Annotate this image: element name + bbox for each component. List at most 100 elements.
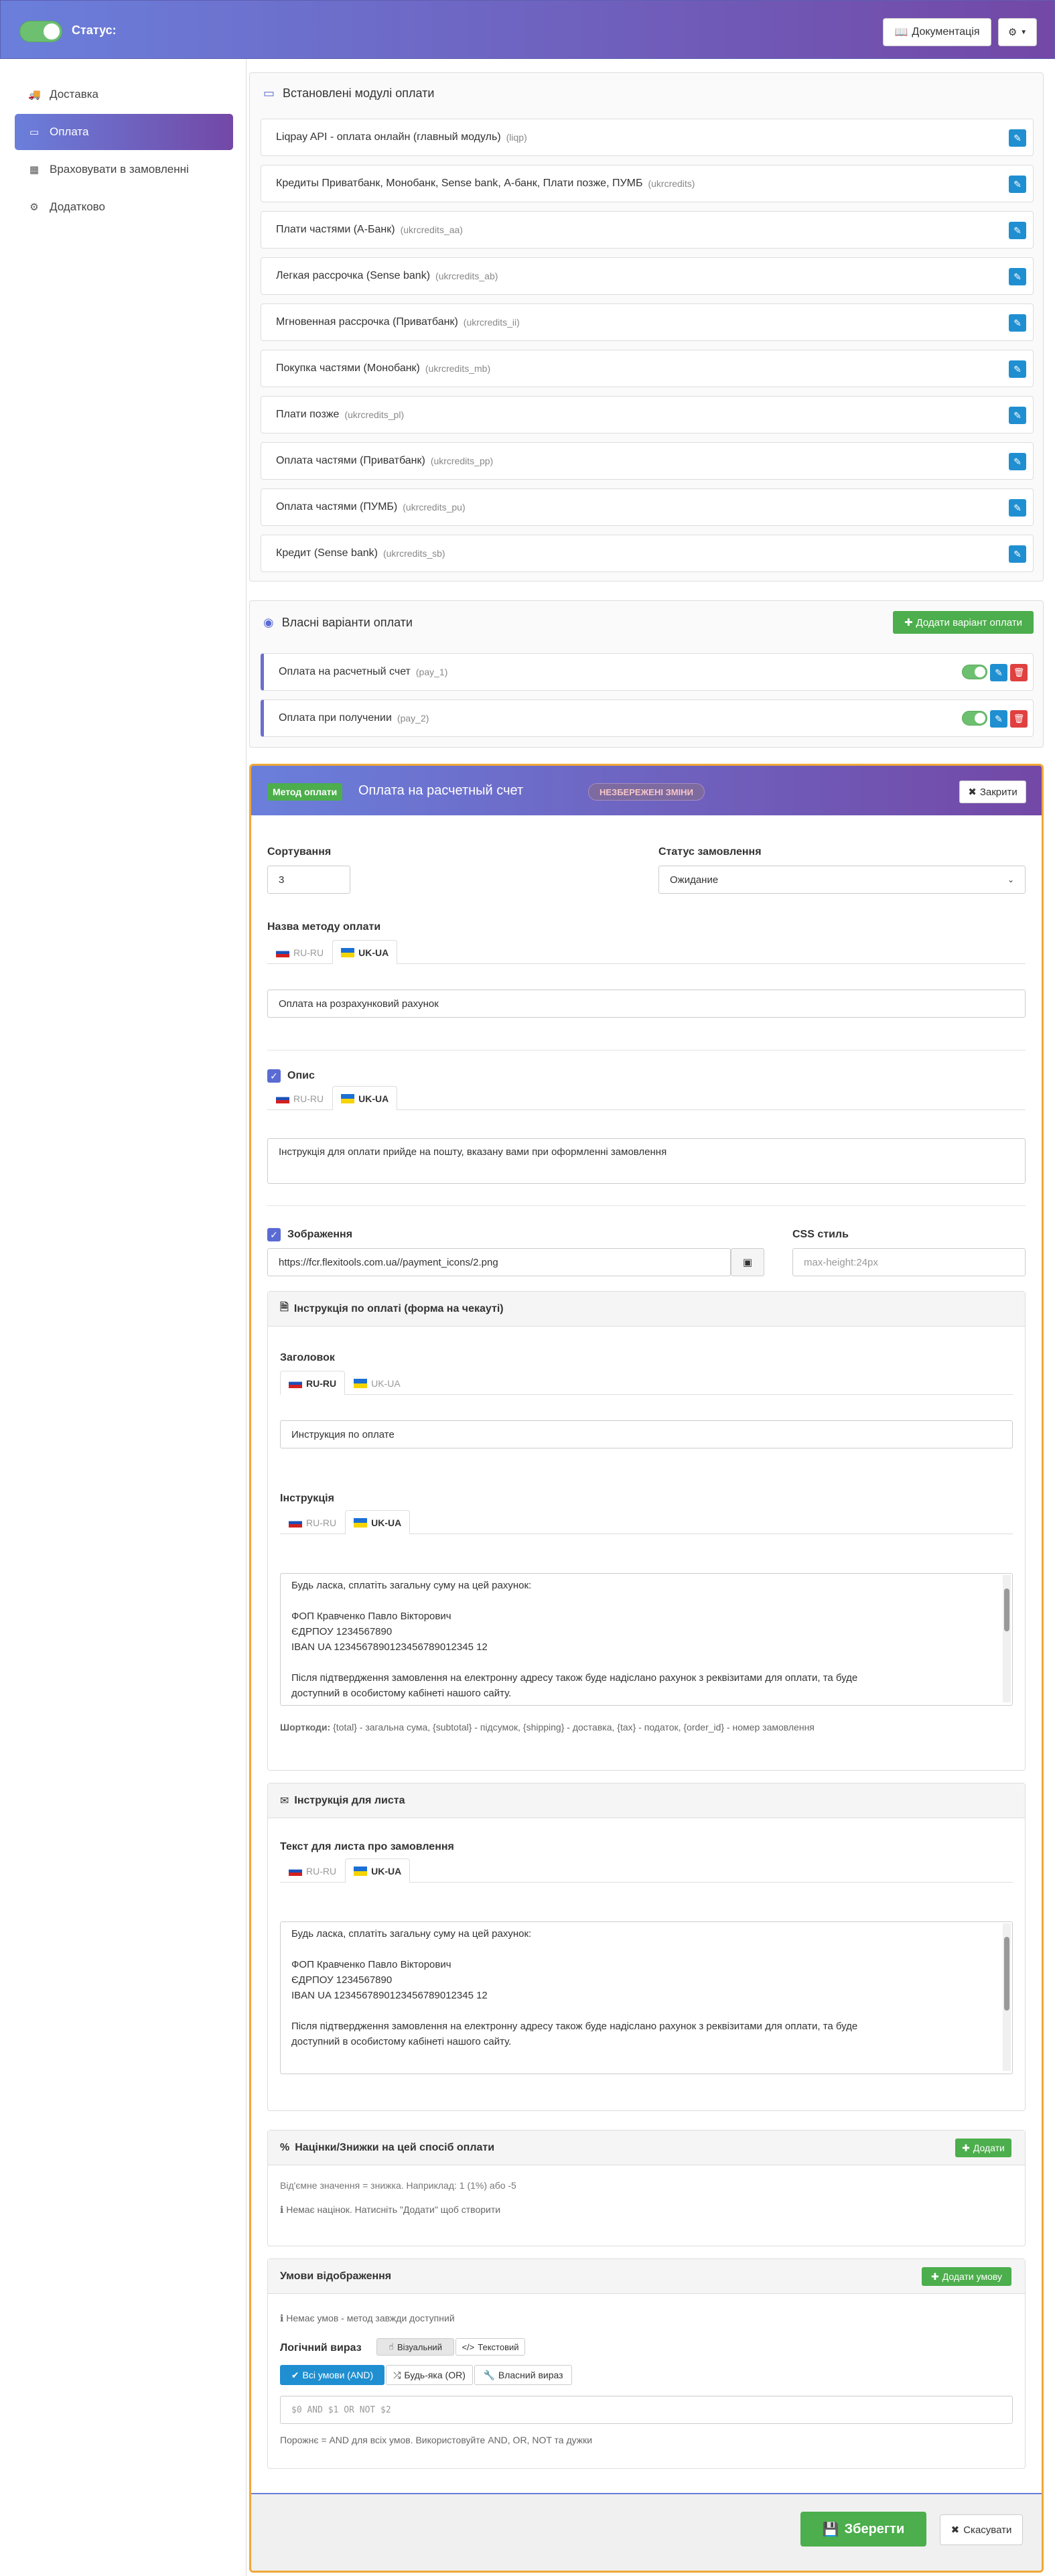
tab-ua[interactable]: UK-UA xyxy=(345,1510,411,1534)
unsaved-badge: НЕЗБЕРЕЖЕНІ ЗМІНИ xyxy=(588,783,705,801)
file-icon: 🗎 xyxy=(280,1302,289,1313)
sidebar: 🚚 Доставка ▭ Оплата ▦ Враховувати в замо… xyxy=(0,59,247,2576)
email-text-label: Текст для листа про замовлення xyxy=(280,1841,454,1852)
payment-method-editor: Метод оплати Оплата на расчетный счет НЕ… xyxy=(249,764,1044,2573)
tab-ua[interactable]: UK-UA xyxy=(332,940,398,964)
save-icon: 💾 xyxy=(822,2522,839,2537)
description-checkbox[interactable]: ✓ xyxy=(267,1069,281,1083)
sidebar-item-payment[interactable]: ▭ Оплата xyxy=(15,114,233,150)
edit-button[interactable]: ✎ xyxy=(1009,268,1026,285)
scrollbar[interactable] xyxy=(1003,1923,1011,2071)
cogs-icon: ⚙ xyxy=(29,202,39,213)
module-row: Оплата частями (ПУМБ) (ukrcredits_pu) ✎ xyxy=(261,488,1034,526)
all-conditions-button[interactable]: ✔ Всі умови (AND) xyxy=(280,2365,384,2385)
image-icon: ▣ xyxy=(742,1257,753,1268)
editor-footer: 💾 Зберегти ✖ Скасувати xyxy=(251,2493,1042,2571)
css-input[interactable]: max-height:24px xyxy=(792,1248,1026,1276)
sort-input[interactable]: 3 xyxy=(267,866,350,894)
name-input[interactable]: Оплата на розрахунковий рахунок xyxy=(267,990,1026,1018)
edit-button[interactable]: ✎ xyxy=(1009,314,1026,332)
edit-button[interactable]: ✎ xyxy=(1009,545,1026,563)
conditions-empty: ℹ Немає умов - метод завжди доступний xyxy=(280,2313,455,2323)
module-row: Легкая рассрочка (Sense bank) (ukrcredits… xyxy=(261,257,1034,295)
close-button[interactable]: ✖ Закрити xyxy=(959,781,1026,803)
description-textarea[interactable]: Інструкція для оплати прийде на пошту, в… xyxy=(267,1138,1026,1184)
edit-button[interactable]: ✎ xyxy=(1009,176,1026,193)
description-label: Опис xyxy=(287,1070,315,1081)
wrench-icon: 🔧 xyxy=(483,2369,495,2380)
edit-button[interactable]: ✎ xyxy=(990,710,1007,728)
module-row: Плати частями (А-Банк) (ukrcredits_aa) ✎ xyxy=(261,211,1034,249)
enable-toggle[interactable] xyxy=(962,665,987,679)
sidebar-item-order-totals[interactable]: ▦ Враховувати в замовленні xyxy=(15,151,233,188)
plus-icon: ✚ xyxy=(904,617,913,628)
tab-ua[interactable]: UK-UA xyxy=(345,1371,409,1395)
sidebar-item-extra[interactable]: ⚙ Додатково xyxy=(15,189,233,225)
delete-button[interactable]: 🗑 xyxy=(1010,664,1028,681)
module-row: Покупка частями (Монобанк) (ukrcredits_mb… xyxy=(261,350,1034,387)
custom-expression-button[interactable]: 🔧 Власний вираз xyxy=(474,2365,572,2385)
method-badge: Метод оплати xyxy=(267,783,343,801)
sidebar-item-delivery[interactable]: 🚚 Доставка xyxy=(15,76,233,113)
visual-mode-button[interactable]: ☝ Візуальний xyxy=(376,2338,454,2356)
expression-input[interactable]: $0 AND $1 OR NOT $2 xyxy=(280,2396,1013,2424)
editor-header: Метод оплати Оплата на расчетный счет НЕ… xyxy=(251,766,1042,815)
enable-toggle[interactable] xyxy=(962,711,987,726)
edit-button[interactable]: ✎ xyxy=(1009,407,1026,424)
edit-button[interactable]: ✎ xyxy=(1009,360,1026,378)
truck-icon: 🚚 xyxy=(28,89,41,100)
gear-icon: ⚙ xyxy=(1007,27,1017,38)
edit-button[interactable]: ✎ xyxy=(990,664,1007,681)
name-label: Назва методу оплати xyxy=(267,921,381,933)
status-toggle[interactable] xyxy=(19,21,62,42)
tab-ru[interactable]: RU-RU xyxy=(267,1086,332,1110)
flag-ru-icon xyxy=(289,1378,302,1388)
flag-ru-icon xyxy=(276,1093,289,1103)
add-payment-variant-button[interactable]: ✚ Додати варіант оплати xyxy=(893,611,1034,634)
chevron-down-icon: ⌄ xyxy=(1007,875,1014,884)
tab-ru[interactable]: RU-RU xyxy=(280,1371,346,1395)
edit-button[interactable]: ✎ xyxy=(1009,499,1026,517)
installed-modules-title: Встановлені модулі оплати xyxy=(283,86,435,100)
sort-label: Сортування xyxy=(267,846,332,858)
heading-input[interactable]: Инструкция по оплате xyxy=(280,1420,1013,1448)
card-icon: ▭ xyxy=(29,127,40,138)
order-status-select[interactable]: Ожидание ⌄ xyxy=(658,866,1026,894)
image-checkbox[interactable]: ✓ xyxy=(267,1228,281,1241)
top-bar: Статус: 📖 Документація ⚙ ▼ xyxy=(0,0,1055,59)
edit-button[interactable]: ✎ xyxy=(1009,222,1026,239)
order-status-label: Статус замовлення xyxy=(658,846,762,858)
desc-lang-tabs: RU-RU UK-UA xyxy=(267,1086,1026,1110)
save-button[interactable]: 💾 Зберегти xyxy=(800,2512,926,2547)
tab-ua[interactable]: UK-UA xyxy=(332,1086,398,1110)
add-condition-button[interactable]: ✚ Додати умову xyxy=(922,2267,1011,2286)
flag-ua-icon xyxy=(354,1517,368,1528)
text-mode-button[interactable]: </> Текстовий xyxy=(455,2338,525,2356)
edit-button[interactable]: ✎ xyxy=(1009,453,1026,470)
expression-hint: Порожнє = AND для всіх умов. Використову… xyxy=(280,2435,593,2445)
tab-ru[interactable]: RU-RU xyxy=(280,1858,345,1883)
image-picker-button[interactable]: ▣ xyxy=(731,1248,764,1276)
edit-button[interactable]: ✎ xyxy=(1009,129,1026,147)
documentation-button[interactable]: 📖 Документація xyxy=(883,18,991,46)
editor-title: Оплата на расчетный счет xyxy=(358,783,524,798)
flag-ru-icon xyxy=(289,1866,302,1876)
tab-ua[interactable]: UK-UA xyxy=(345,1858,411,1883)
custom-payments-panel: ◉ Власні варіанти оплати ✚ Додати варіант… xyxy=(249,600,1044,748)
scrollbar[interactable] xyxy=(1003,1575,1011,1702)
flag-ua-icon xyxy=(341,1093,355,1103)
caret-down-icon: ▼ xyxy=(1020,28,1028,36)
tab-ru[interactable]: RU-RU xyxy=(280,1510,345,1534)
add-markup-button[interactable]: ✚ Додати xyxy=(955,2139,1011,2157)
image-url-input[interactable]: https://fcr.flexitools.com.ua//payment_i… xyxy=(267,1248,731,1276)
tab-ru[interactable]: RU-RU xyxy=(267,940,332,964)
settings-dropdown-button[interactable]: ⚙ ▼ xyxy=(998,18,1037,46)
module-row: Оплата частями (Приватбанк) (ukrcredits_p… xyxy=(261,442,1034,480)
envelope-icon: ✉ xyxy=(280,1795,289,1807)
email-textarea[interactable]: Будь ласка, сплатіть загальну суму на це… xyxy=(280,1921,1013,2074)
info-icon: ℹ xyxy=(280,2313,284,2323)
cancel-button[interactable]: ✖ Скасувати xyxy=(940,2514,1023,2545)
delete-button[interactable]: 🗑 xyxy=(1010,710,1028,728)
any-condition-button[interactable]: ⤮ Будь-яка (OR) xyxy=(386,2365,473,2385)
instruction-textarea[interactable]: Будь ласка, сплатіть загальну суму на це… xyxy=(280,1573,1013,1706)
